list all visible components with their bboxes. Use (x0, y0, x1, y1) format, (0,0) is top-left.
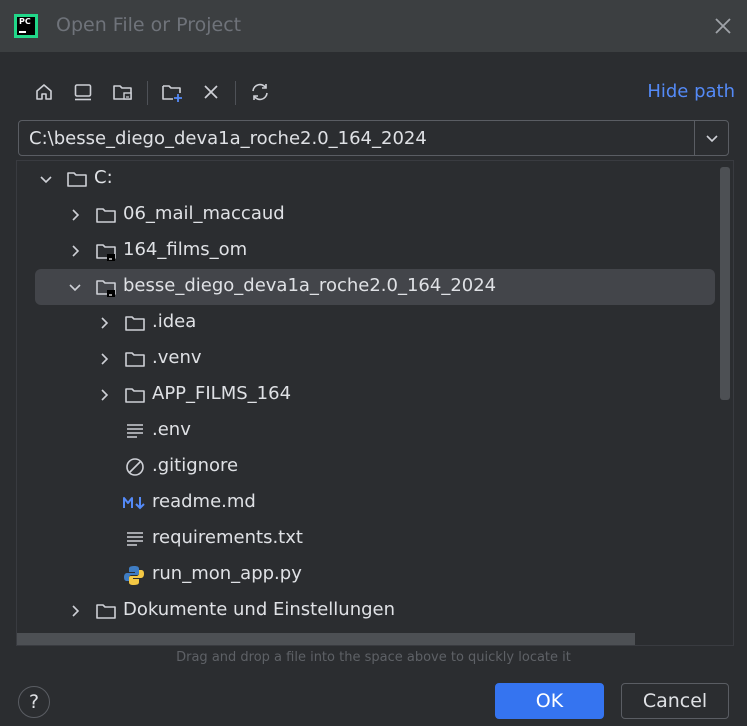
drag-drop-hint: Drag and drop a file into the space abov… (176, 650, 571, 665)
tree-item-label: 06_mail_maccaud (123, 203, 285, 224)
delete-icon[interactable] (197, 78, 225, 106)
window-title: Open File or Project (56, 14, 242, 36)
help-button[interactable]: ? (18, 686, 50, 718)
tree-item-label: APP_FILMS_164 (152, 383, 292, 404)
hide-path-link[interactable]: Hide path (647, 81, 735, 102)
chevron-right-icon[interactable] (95, 386, 113, 404)
chevron-right-icon[interactable] (66, 242, 84, 260)
tree-item-label: 164_films_om (123, 239, 248, 260)
project-folder-icon[interactable] (109, 78, 137, 106)
chevron-down-icon[interactable] (66, 278, 84, 296)
tree-item-label: .idea (152, 311, 197, 332)
tree-row[interactable]: Dokumente und Einstellungen (17, 593, 717, 629)
chevron-right-icon[interactable] (95, 314, 113, 332)
markdown-file-icon (122, 492, 145, 514)
folder-icon (124, 348, 146, 370)
toolbar-separator (235, 81, 236, 105)
chevron-right-icon[interactable] (66, 602, 84, 620)
refresh-icon[interactable] (246, 78, 274, 106)
folder-icon (66, 168, 88, 190)
tree-item-label: Dokumente und Einstellungen (123, 599, 396, 620)
ignore-file-icon (124, 456, 146, 478)
text-file-icon (124, 420, 146, 442)
title-bar: PC Open File or Project (0, 0, 747, 52)
horizontal-scrollbar[interactable] (17, 633, 635, 645)
tree-item-label: C: (94, 167, 113, 188)
path-combobox[interactable]: C:\besse_diego_deva1a_roche2.0_164_2024 (18, 120, 729, 156)
project-folder-icon (95, 276, 117, 298)
tree-row[interactable]: requirements.txt (17, 521, 717, 557)
tree-row[interactable]: .venv (17, 341, 717, 377)
tree-row[interactable]: C: (17, 161, 717, 197)
tree-item-label: .gitignore (152, 455, 239, 476)
folder-icon (124, 384, 146, 406)
folder-icon (95, 600, 117, 622)
chevron-right-icon[interactable] (95, 350, 113, 368)
tree-row-selected[interactable]: besse_diego_deva1a_roche2.0_164_2024 (35, 269, 715, 305)
tree-row[interactable]: 164_films_om (17, 233, 717, 269)
tree-row[interactable]: readme.md (17, 485, 717, 521)
chevron-down-icon[interactable] (694, 121, 728, 155)
folder-icon (124, 312, 146, 334)
file-tree[interactable]: C: 06_mail_maccaud 164_films_om besse_di… (16, 160, 734, 646)
close-icon[interactable] (711, 14, 735, 38)
text-file-icon (124, 528, 146, 550)
ok-button[interactable]: OK (495, 683, 604, 719)
tree-item-label: readme.md (152, 491, 256, 512)
path-input[interactable]: C:\besse_diego_deva1a_roche2.0_164_2024 (29, 128, 427, 149)
vertical-scrollbar[interactable] (720, 167, 730, 400)
home-icon[interactable] (30, 78, 58, 106)
tree-row[interactable]: .idea (17, 305, 717, 341)
tree-row[interactable]: APP_FILMS_164 (17, 377, 717, 413)
cancel-button[interactable]: Cancel (621, 683, 729, 719)
tree-row[interactable]: run_mon_app.py (17, 557, 717, 593)
python-file-icon (123, 564, 145, 586)
tree-row[interactable]: .gitignore (17, 449, 717, 485)
folder-icon (95, 204, 117, 226)
tree-item-label: besse_diego_deva1a_roche2.0_164_2024 (123, 275, 497, 296)
tree-item-label: .env (152, 419, 191, 440)
tree-item-label: requirements.txt (152, 527, 303, 548)
chevron-down-icon[interactable] (37, 170, 55, 188)
tree-item-label: run_mon_app.py (152, 563, 302, 584)
project-folder-icon (95, 240, 117, 262)
desktop-icon[interactable] (69, 78, 97, 106)
tree-row[interactable]: 06_mail_maccaud (17, 197, 717, 233)
new-folder-icon[interactable] (158, 78, 186, 106)
tree-row[interactable]: .env (17, 413, 717, 449)
chevron-right-icon[interactable] (66, 206, 84, 224)
pycharm-logo-icon: PC (14, 14, 38, 38)
tree-item-label: .venv (152, 347, 202, 368)
toolbar-separator (147, 81, 148, 105)
